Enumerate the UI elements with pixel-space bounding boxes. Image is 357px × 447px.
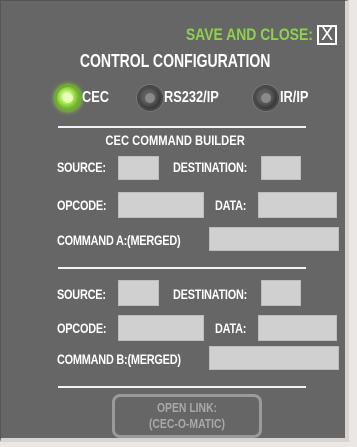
destination-b-label: DESTINATION: xyxy=(173,286,248,302)
mode-radio-cec[interactable]: CEC xyxy=(55,85,116,111)
data-a-label: DATA: xyxy=(215,197,247,213)
open-link-line1: OPEN LINK: xyxy=(156,400,218,415)
mode-label-cec: CEC xyxy=(82,89,110,106)
radio-indicator-icon xyxy=(253,85,280,111)
divider xyxy=(58,386,306,388)
page-title: CONTROL CONFIGURATION xyxy=(80,51,271,71)
source-b-label: SOURCE: xyxy=(57,286,106,302)
data-b-label: DATA: xyxy=(215,320,247,336)
cec-command-builder-title: CEC COMMAND BUILDER xyxy=(105,132,246,148)
control-config-panel: SAVE AND CLOSE: X CONTROL CONFIGURATION … xyxy=(0,0,349,442)
mode-label-rs232-ip: RS232/IP xyxy=(163,89,219,106)
opcode-a-input[interactable] xyxy=(118,192,204,218)
close-button[interactable]: X xyxy=(317,25,337,45)
opcode-a-label: OPCODE: xyxy=(57,197,107,213)
mode-radio-ir-ip[interactable]: IR/IP xyxy=(253,85,316,111)
opcode-b-label: OPCODE: xyxy=(57,320,107,336)
source-a-label: SOURCE: xyxy=(57,159,106,175)
destination-a-label: DESTINATION: xyxy=(173,159,248,175)
open-link-line2: (CEC-O-MATIC) xyxy=(148,416,226,431)
save-and-close-label[interactable]: SAVE AND CLOSE: xyxy=(186,25,313,45)
destination-b-input[interactable] xyxy=(261,280,301,306)
command-b-merged-label: COMMAND B:(MERGED) xyxy=(57,351,181,367)
save-close-row: SAVE AND CLOSE: X xyxy=(158,25,337,45)
command-a-merged-input[interactable] xyxy=(209,227,339,251)
radio-indicator-icon xyxy=(55,85,81,111)
destination-a-input[interactable] xyxy=(261,156,301,180)
command-a-merged-label: COMMAND A:(MERGED) xyxy=(57,232,181,248)
command-b-merged-input[interactable] xyxy=(209,346,339,370)
radio-indicator-icon xyxy=(136,85,163,111)
open-link-cec-o-matic-button[interactable]: OPEN LINK: (CEC-O-MATIC) xyxy=(112,394,262,438)
control-mode-radio-group: CEC RS232/IP IR/IP xyxy=(55,85,316,111)
divider xyxy=(58,267,306,269)
mode-radio-rs232-ip[interactable]: RS232/IP xyxy=(136,85,232,111)
opcode-b-input[interactable] xyxy=(118,315,204,341)
data-b-input[interactable] xyxy=(258,315,337,341)
source-b-input[interactable] xyxy=(118,280,159,306)
source-a-input[interactable] xyxy=(118,156,159,180)
mode-label-ir-ip: IR/IP xyxy=(280,89,309,106)
data-a-input[interactable] xyxy=(258,192,337,218)
divider xyxy=(58,126,306,128)
